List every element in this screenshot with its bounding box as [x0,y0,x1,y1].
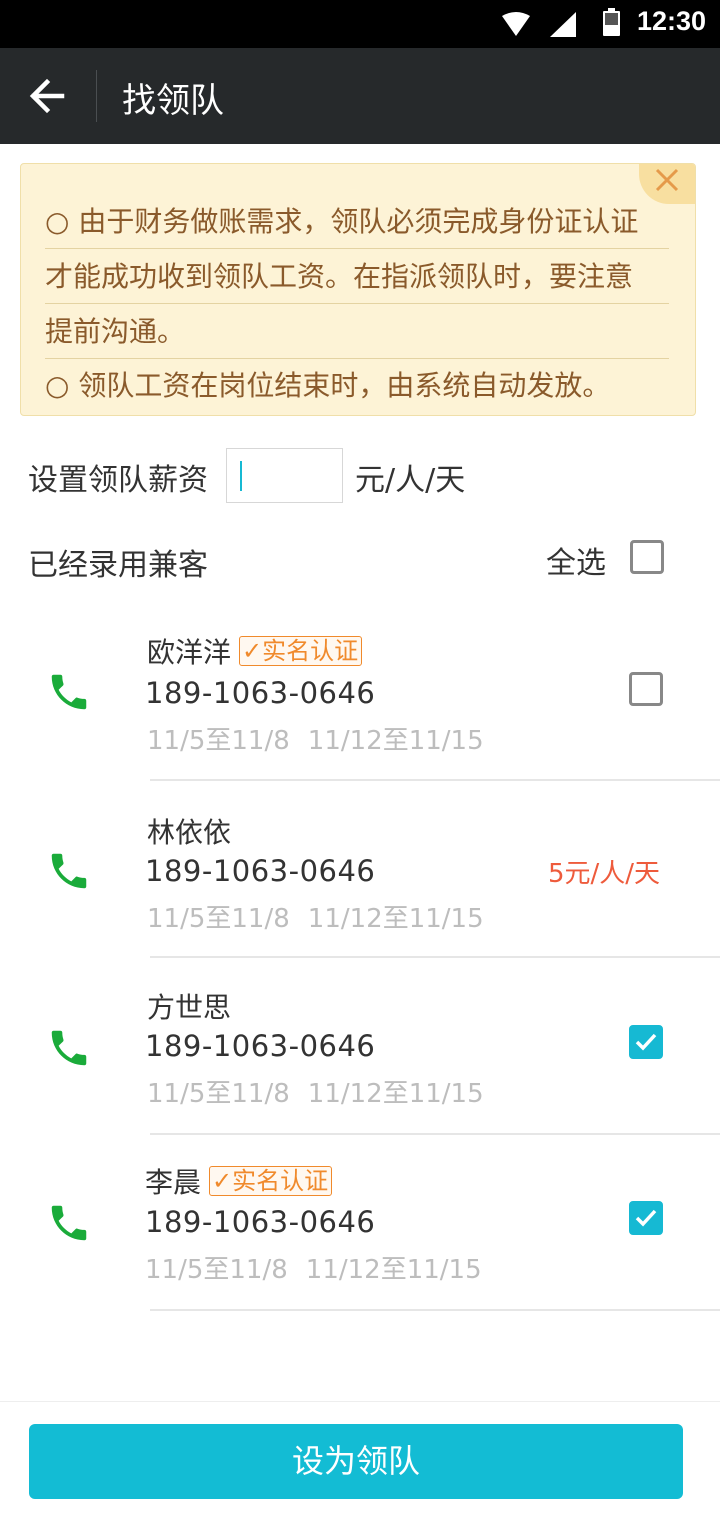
page-title: 找领队 [122,81,224,121]
salary-unit: 元/人/天 [355,463,466,498]
verified-badge: ✓实名认证 [239,636,363,666]
phone-icon[interactable] [46,1200,92,1246]
person-checkbox[interactable] [629,1025,663,1059]
section-title: 已经录用兼客 [28,548,208,583]
salary-input[interactable] [226,448,343,503]
notice-banner: ○ 由于财务做账需求，领队必须完成身份证认证 才能成功收到领队工资。在指派领队时… [20,163,696,416]
status-bar: 12:30 [0,0,720,48]
salary-label: 设置领队薪资 [28,463,208,498]
date-range: 11/5至11/8 [145,1255,288,1285]
checkmark-icon [635,1033,657,1051]
person-phone: 189-1063-0646 [145,1205,376,1239]
person-name-text: 欧洋洋 [147,636,232,669]
app-bar-divider [96,70,97,122]
notice-line: 才能成功收到领队工资。在指派领队时，要注意 [45,249,669,304]
text-caret [240,461,242,491]
person-phone: 189-1063-0646 [145,1029,376,1063]
arrow-left-icon [29,78,65,114]
checkmark-icon [635,1209,657,1227]
verified-badge: ✓实名认证 [209,1166,333,1196]
person-name: 方世思 [147,986,231,1026]
notice-line: ○ 由于财务做账需求，领队必须完成身份证认证 [45,194,669,249]
person-checkbox[interactable] [629,672,663,706]
date-range: 11/5至11/8 [147,1079,290,1109]
person-name: 欧洋洋 ✓实名认证 [147,631,363,671]
date-range: 11/12至11/15 [305,1255,482,1285]
wifi-icon [502,12,530,36]
date-range: 11/12至11/15 [307,904,484,934]
date-range: 11/5至11/8 [147,726,290,756]
hired-section-header: 已经录用兼客 全选 [28,530,692,586]
person-dates: 11/5至11/8 11/12至11/15 [147,720,484,757]
select-all-label[interactable]: 全选 [546,538,606,582]
person-dates: 11/5至11/8 11/12至11/15 [145,1249,482,1286]
person-name: 林依依 [147,811,231,851]
person-dates: 11/5至11/8 11/12至11/15 [147,1073,484,1110]
list-item[interactable]: 李晨 ✓实名认证 189-1063-0646 11/5至11/8 11/12至11/… [0,1135,720,1311]
list-item[interactable]: 林依依 189-1063-0646 11/5至11/8 11/12至11/15 5… [0,781,720,958]
notice-line: ○ 领队工资在岗位结束时，由系统自动发放。 [45,369,611,402]
list-item[interactable]: 方世思 189-1063-0646 11/5至11/8 11/12至11/15 [0,958,720,1135]
cellular-signal-icon [550,12,576,37]
list-item[interactable]: 欧洋洋 ✓实名认证 189-1063-0646 11/5至11/8 11/12至11… [0,600,720,781]
person-name: 李晨 ✓实名认证 [145,1161,333,1201]
date-range: 11/12至11/15 [307,1079,484,1109]
person-phone: 189-1063-0646 [145,854,376,888]
person-checkbox[interactable] [629,1201,663,1235]
phone-icon[interactable] [46,848,92,894]
bottom-action-bar: 设为领队 [0,1401,720,1519]
salary-row: 设置领队薪资 元/人/天 [28,445,688,505]
close-icon [655,168,679,192]
set-as-leader-button[interactable]: 设为领队 [29,1424,683,1499]
person-name-text: 方世思 [147,991,232,1024]
phone-icon[interactable] [46,1025,92,1071]
person-name-text: 李晨 [145,1166,202,1199]
date-range: 11/5至11/8 [147,904,290,934]
select-all-checkbox[interactable] [630,540,664,574]
status-time: 12:30 [636,6,706,36]
date-range: 11/12至11/15 [307,726,484,756]
app-bar: 找领队 [0,48,720,144]
person-phone: 189-1063-0646 [145,676,376,710]
row-divider [150,1309,720,1311]
person-dates: 11/5至11/8 11/12至11/15 [147,898,484,935]
phone-icon[interactable] [46,669,92,715]
notice-line: 提前沟通。 [45,304,669,359]
battery-icon [603,8,620,36]
back-button[interactable] [18,66,78,126]
person-name-text: 林依依 [147,816,232,849]
person-rate: 5元/人/天 [547,859,660,889]
